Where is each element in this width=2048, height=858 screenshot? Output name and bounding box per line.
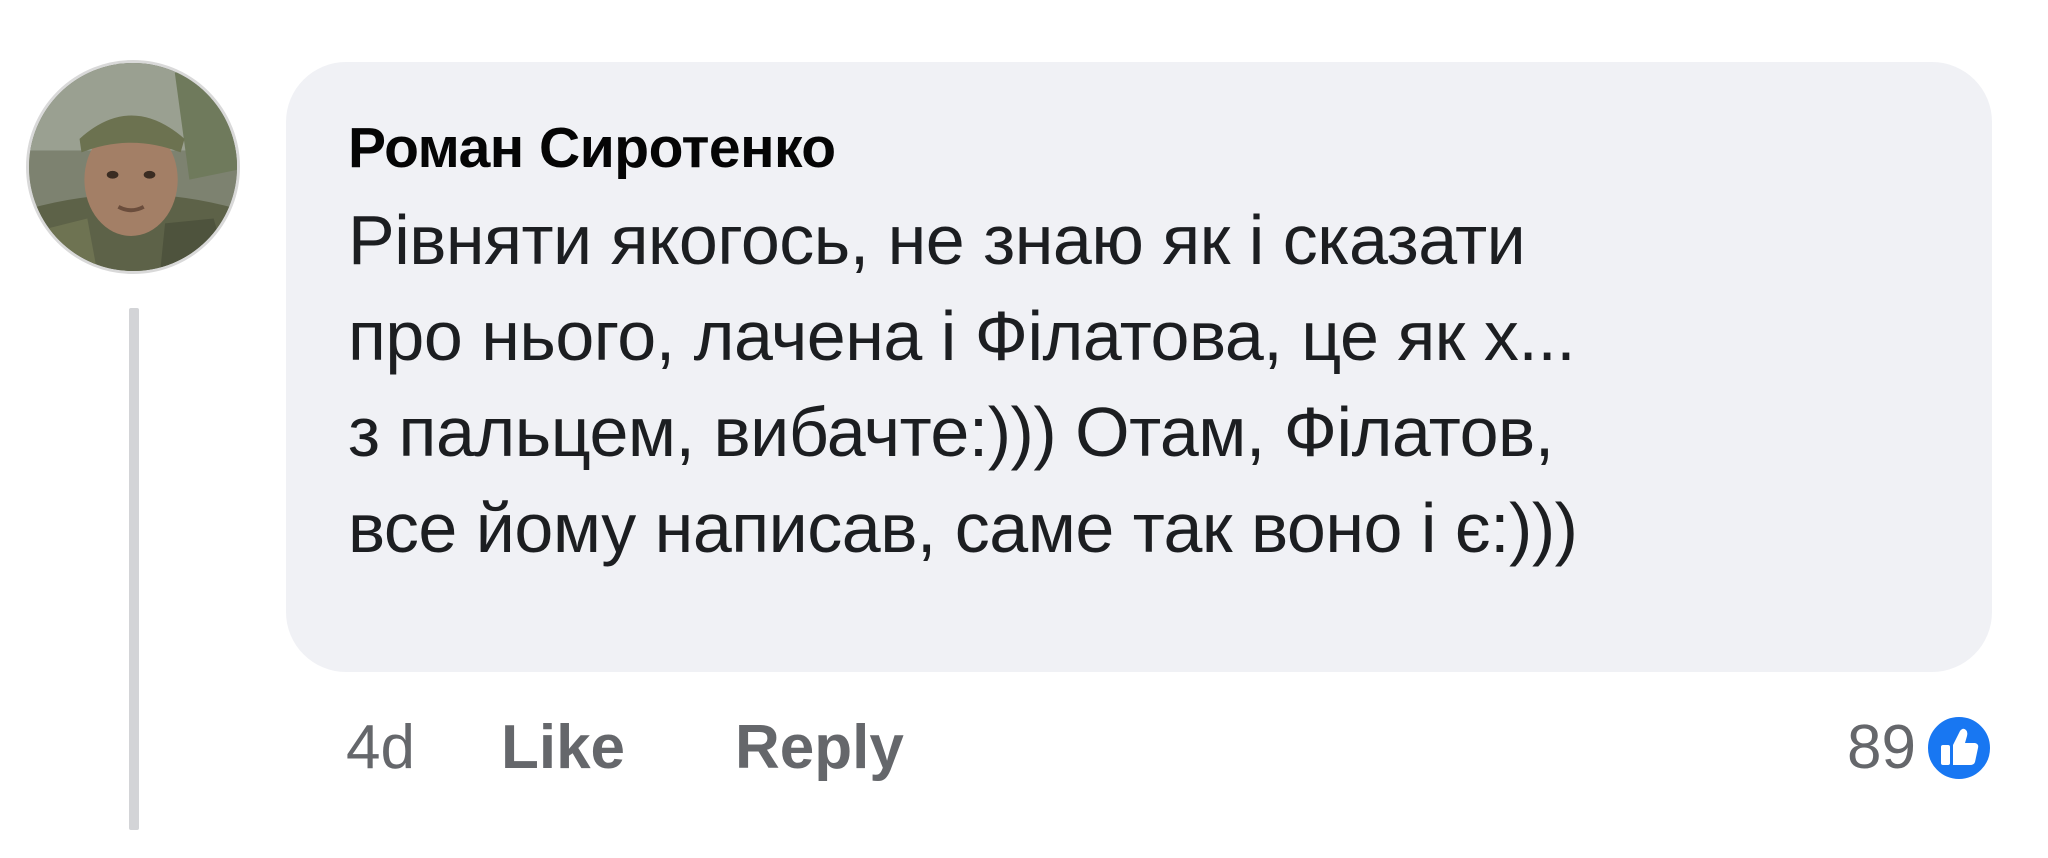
- comment: Роман Сиротенко Рівняти якогось, не знаю…: [0, 0, 2048, 858]
- comment-text: Рівняти якогось, не знаю як і сказати пр…: [348, 201, 1578, 567]
- thread-line: [129, 308, 139, 830]
- like-button[interactable]: Like: [501, 712, 625, 783]
- comment-actions: 4d Like Reply: [346, 712, 904, 783]
- comment-age[interactable]: 4d: [346, 712, 415, 783]
- avatar[interactable]: [26, 60, 240, 274]
- avatar-photo: [29, 63, 237, 271]
- comment-author[interactable]: Роман Сиротенко: [348, 112, 1932, 184]
- comment-bubble: Роман Сиротенко Рівняти якогось, не знаю…: [286, 62, 1992, 672]
- reply-button[interactable]: Reply: [735, 712, 904, 783]
- thumbs-up-icon: [1924, 712, 1994, 783]
- reaction-summary[interactable]: 89: [1847, 712, 1994, 783]
- reaction-count: 89: [1847, 713, 1916, 782]
